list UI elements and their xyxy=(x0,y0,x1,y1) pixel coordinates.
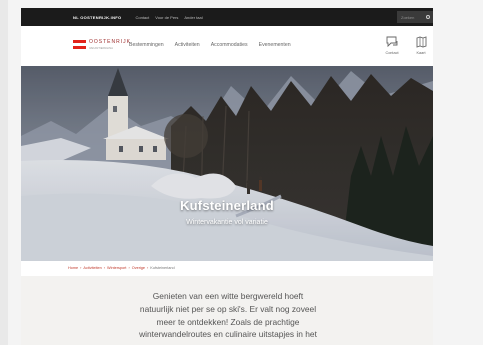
website: NL OOSTENRIJK.INFO Contact Voor de Pers … xyxy=(21,8,433,345)
nav-item-bestemmingen[interactable]: Bestemmingen xyxy=(129,42,164,48)
utility-bar: NL OOSTENRIJK.INFO Contact Voor de Pers … xyxy=(21,8,433,26)
winter-landscape-image xyxy=(21,66,433,261)
nav-item-evenementen[interactable]: Evenementen xyxy=(259,42,291,48)
site-brand-link[interactable]: NL OOSTENRIJK.INFO xyxy=(73,15,121,20)
breadcrumb-wintersport[interactable]: Wintersport xyxy=(107,266,126,270)
intro-line: meer te ontdekken! Zoals de prachtige xyxy=(156,316,300,327)
search-placeholder: Zoeken xyxy=(401,15,415,20)
topbar-link-language[interactable]: Ander taal xyxy=(184,15,202,20)
hero-title: Kufsteinerland xyxy=(180,198,274,213)
intro-paragraph: Genieten van een witte bergwereld hoeft … xyxy=(113,290,343,341)
nav-item-activiteiten[interactable]: Activiteiten xyxy=(175,42,200,48)
main-nav: Bestemmingen Activiteiten Accommodaties … xyxy=(129,42,302,48)
map-label: Kaart xyxy=(416,51,426,55)
logo-subtitle: VAKANTIEPAGINA xyxy=(89,46,113,50)
breadcrumb-current: Kufsteinerland xyxy=(150,266,175,270)
intro-line: Genieten van een witte bergwereld hoeft xyxy=(152,291,304,301)
left-gutter xyxy=(0,0,8,345)
breadcrumb-separator: › xyxy=(147,266,149,270)
hero-banner: Kufsteinerland Wintervakantie vol variat… xyxy=(21,66,433,261)
breadcrumb-home[interactable]: Home xyxy=(68,266,78,270)
breadcrumb-separator: › xyxy=(80,266,82,270)
map-button[interactable]: Kaart xyxy=(414,35,428,55)
main-header: OOSTENRIJK VAKANTIEPAGINA Bestemmingen A… xyxy=(21,26,433,66)
contact-label: Contact xyxy=(385,51,399,55)
austria-flag-icon xyxy=(73,40,86,49)
content-section: Genieten van een witte bergwereld hoeft … xyxy=(21,276,433,345)
browser-viewport: NL OOSTENRIJK.INFO Contact Voor de Pers … xyxy=(0,0,483,345)
map-icon xyxy=(416,36,427,48)
breadcrumb-separator: › xyxy=(128,266,130,270)
topbar-link-contact[interactable]: Contact xyxy=(135,15,149,20)
search-input[interactable]: Zoeken xyxy=(397,11,433,23)
contact-button[interactable]: Contact xyxy=(385,35,399,55)
intro-line: winterwandelroutes en culinaire uitstapj… xyxy=(139,329,317,340)
topbar-link-press[interactable]: Voor de Pers xyxy=(155,15,178,20)
intro-line: natuurlijk niet per se op ski's. Er valt… xyxy=(139,303,317,314)
site-logo[interactable]: OOSTENRIJK VAKANTIEPAGINA xyxy=(73,39,131,50)
breadcrumb-activiteiten[interactable]: Activiteiten xyxy=(83,266,101,270)
breadcrumb: Home › Activiteiten › Wintersport › Over… xyxy=(68,266,175,270)
hero-subtitle: Wintervakantie vol variatie xyxy=(186,219,268,226)
chat-icon xyxy=(386,36,398,48)
breadcrumb-separator: › xyxy=(103,266,106,270)
nav-item-accommodaties[interactable]: Accommodaties xyxy=(211,42,248,48)
breadcrumb-overige[interactable]: Overige xyxy=(132,266,145,270)
search-icon[interactable] xyxy=(426,15,430,19)
logo-name: OOSTENRIJK xyxy=(89,39,131,45)
